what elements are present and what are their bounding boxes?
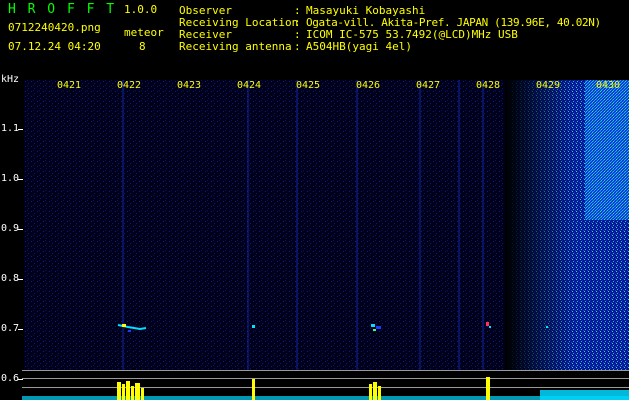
strip-bg bbox=[0, 379, 629, 387]
x-tick-label: 0421 bbox=[57, 80, 82, 91]
strip-bg bbox=[0, 371, 629, 377]
app-title: H R O F F T bbox=[8, 2, 117, 17]
info-value-location: Ogata-vill. Akita-Pref. JAPAN (139.96E, … bbox=[306, 16, 601, 29]
info-sep: : bbox=[294, 16, 301, 29]
info-key-receiver: Receiver bbox=[179, 28, 232, 41]
x-tick-label: 0423 bbox=[177, 80, 202, 91]
info-value-receiver: ICOM IC-575 53.7492(@LCD)MHz USB bbox=[306, 28, 518, 41]
info-sep: : bbox=[294, 28, 301, 41]
x-tick-label: 0428 bbox=[476, 80, 501, 91]
x-tick-label: 0427 bbox=[416, 80, 441, 91]
y-axis-ticks bbox=[18, 129, 23, 380]
bright-band-fade bbox=[505, 80, 575, 370]
y-tick-label: 1.1 bbox=[1, 123, 20, 134]
x-tick-label: 0422 bbox=[117, 80, 142, 91]
app-version: 1.0.0 bbox=[124, 3, 158, 16]
date-time: 07.12.24 04:20 bbox=[8, 40, 101, 53]
y-tick-label: 0.9 bbox=[1, 223, 20, 234]
bright-band-hot bbox=[585, 80, 629, 220]
meteor-count: 8 bbox=[139, 40, 146, 53]
x-tick-label: 0430 bbox=[596, 80, 621, 91]
y-axis-unit: kHz bbox=[1, 74, 20, 85]
info-value-observer: Masayuki Kobayashi bbox=[306, 4, 426, 17]
info-value-antenna: A504HB(yagi 4el) bbox=[306, 40, 412, 53]
x-tick-label: 0425 bbox=[296, 80, 321, 91]
y-tick-label: 1.0 bbox=[1, 173, 20, 184]
y-tick-label: 0.8 bbox=[1, 273, 20, 284]
info-key-observer: Observer bbox=[179, 4, 232, 17]
x-tick-label: 0424 bbox=[237, 80, 262, 91]
info-sep: : bbox=[294, 40, 301, 53]
x-tick-label: 0426 bbox=[356, 80, 381, 91]
y-tick-label: 0.6 bbox=[1, 373, 20, 384]
x-tick-label: 0429 bbox=[536, 80, 561, 91]
meteor-label: meteor bbox=[124, 26, 164, 39]
y-tick-label: 0.7 bbox=[1, 323, 20, 334]
info-key-antenna: Receiving antenna bbox=[179, 40, 292, 53]
spectrogram bbox=[0, 80, 629, 400]
file-name: 0712240420.png bbox=[8, 21, 101, 34]
info-sep: : bbox=[294, 4, 301, 17]
info-key-location: Receiving Location bbox=[179, 16, 299, 29]
